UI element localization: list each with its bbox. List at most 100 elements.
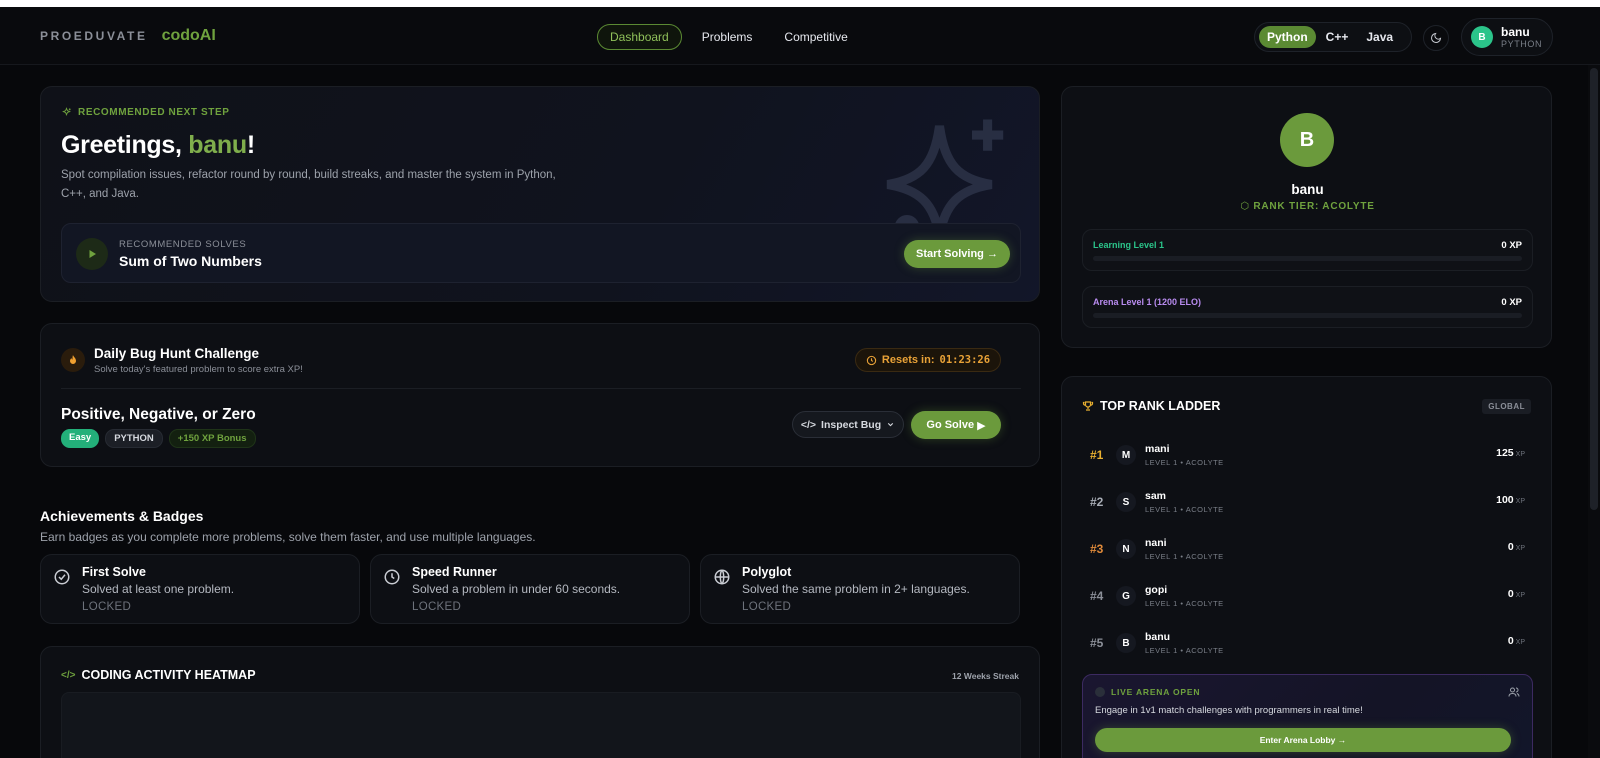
nav-competitive[interactable]: Competitive bbox=[772, 25, 859, 49]
divider bbox=[61, 388, 1021, 389]
lang-cpp[interactable]: C++ bbox=[1318, 26, 1357, 48]
hero-description: Spot compilation issues, refactor round … bbox=[61, 169, 556, 200]
ladder-scope-badge: GLOBAL bbox=[1482, 399, 1531, 414]
ladder-meta: LEVEL 1 • ACOLYTE bbox=[1145, 646, 1224, 655]
language-badge: PYTHON bbox=[105, 429, 163, 448]
badge-state: LOCKED bbox=[412, 601, 462, 613]
problem-title: Positive, Negative, or Zero bbox=[61, 406, 256, 423]
ladder-row[interactable]: #5 B banu LEVEL 1 • ACOLYTE 0 XP bbox=[1082, 626, 1533, 666]
inspect-bug-button[interactable]: </> Inspect Bug bbox=[792, 411, 904, 438]
badge-first-solve[interactable]: First Solve Solved at least one problem.… bbox=[40, 554, 360, 624]
badge-polyglot[interactable]: Polyglot Solved the same problem in 2+ l… bbox=[700, 554, 1020, 624]
avatar: G bbox=[1116, 586, 1136, 606]
rank-number: #5 bbox=[1090, 636, 1104, 650]
heatmap-title-text: CODING ACTIVITY HEATMAP bbox=[81, 668, 256, 682]
ladder-meta: LEVEL 1 • ACOLYTE bbox=[1145, 505, 1224, 514]
chevron-down-icon bbox=[887, 422, 894, 427]
xp-value: 0 bbox=[1507, 588, 1514, 600]
avatar: M bbox=[1116, 445, 1136, 465]
inspect-bug-label: Inspect Bug bbox=[821, 418, 882, 431]
check-circle-icon bbox=[54, 569, 70, 585]
arena-kicker-text: LIVE ARENA OPEN bbox=[1111, 687, 1201, 697]
app-window: PROEDUVATE codoAI Dashboard Problems Com… bbox=[0, 7, 1600, 758]
avatar: N bbox=[1116, 539, 1136, 559]
nav-dashboard[interactable]: Dashboard bbox=[597, 24, 682, 50]
live-dot-icon bbox=[1095, 687, 1105, 697]
ladder-xp: 125 XP bbox=[1496, 447, 1525, 459]
start-solving-label: Start Solving bbox=[916, 248, 984, 260]
clock-icon bbox=[384, 569, 400, 585]
greeting-prefix: Greetings, bbox=[61, 131, 189, 159]
xp-unit: XP bbox=[1515, 498, 1525, 505]
xp-bonus-badge: +150 XP Bonus bbox=[168, 429, 256, 448]
learning-level-label: Learning Level 1 bbox=[1093, 240, 1165, 250]
badge-description: Solved at least one problem. bbox=[82, 582, 235, 596]
rank-number: #2 bbox=[1090, 495, 1104, 509]
avatar: S bbox=[1116, 492, 1136, 512]
hero-kicker: RECOMMENDED NEXT STEP bbox=[61, 107, 230, 118]
recommended-solve: RECOMMENDED SOLVES Sum of Two Numbers St… bbox=[61, 223, 1021, 283]
language-switch: Python C++ Java bbox=[1254, 22, 1412, 52]
arena-level-label: Arena Level 1 (1200 ELO) bbox=[1093, 297, 1202, 307]
ladder-meta: LEVEL 1 • ACOLYTE bbox=[1145, 599, 1224, 608]
xp-value: 100 bbox=[1496, 494, 1514, 506]
rank-tier: ⬡ RANK TIER: ACOLYTE bbox=[1062, 201, 1553, 212]
avatar: B bbox=[1116, 633, 1136, 653]
badge-description: Solved the same problem in 2+ languages. bbox=[742, 582, 970, 596]
users-icon bbox=[1508, 687, 1520, 697]
rank-tier-text: RANK TIER: ACOLYTE bbox=[1253, 201, 1375, 212]
recommended-title: Sum of Two Numbers bbox=[119, 253, 262, 269]
ladder-row[interactable]: #2 S sam LEVEL 1 • ACOLYTE 100 XP bbox=[1082, 485, 1533, 525]
learning-level-xp: 0 XP bbox=[1501, 240, 1522, 251]
ladder-xp: 0 XP bbox=[1508, 588, 1525, 600]
rank-number: #3 bbox=[1090, 542, 1104, 556]
ladder-row[interactable]: #3 N nani LEVEL 1 • ACOLYTE 0 XP bbox=[1082, 532, 1533, 572]
rank-number: #1 bbox=[1090, 448, 1104, 462]
recommended-kicker: RECOMMENDED SOLVES bbox=[119, 239, 247, 250]
learning-level: Learning Level 1 0 XP bbox=[1082, 229, 1533, 271]
badge-description: Solved a problem in under 60 seconds. bbox=[412, 582, 621, 596]
play-icon bbox=[76, 238, 108, 270]
greeting-suffix: ! bbox=[246, 131, 255, 159]
theme-toggle-button[interactable] bbox=[1423, 25, 1449, 51]
arrow-right-icon: → bbox=[1337, 735, 1347, 745]
page-scrollbar[interactable] bbox=[1588, 65, 1600, 758]
badge-name: First Solve bbox=[82, 565, 146, 579]
enter-arena-button[interactable]: Enter Arena Lobby → bbox=[1095, 728, 1511, 752]
top-bar: PROEDUVATE codoAI Dashboard Problems Com… bbox=[0, 7, 1600, 65]
brand[interactable]: PROEDUVATE codoAI bbox=[40, 27, 216, 45]
ladder-name: sam bbox=[1145, 490, 1167, 502]
reset-label: Resets in: bbox=[881, 354, 935, 366]
ladder-title-text: TOP RANK LADDER bbox=[1100, 399, 1221, 413]
ladder-name: nani bbox=[1145, 537, 1167, 549]
profile-name: banu bbox=[1291, 182, 1324, 197]
badge-name: Speed Runner bbox=[412, 565, 497, 579]
user-menu[interactable]: B banu PYTHON bbox=[1461, 18, 1553, 56]
problem-tags: Easy PYTHON +150 XP Bonus bbox=[61, 429, 256, 448]
heatmap-title: </> CODING ACTIVITY HEATMAP bbox=[61, 668, 256, 682]
avatar: B bbox=[1280, 113, 1334, 167]
lang-python[interactable]: Python bbox=[1259, 26, 1316, 48]
reset-time: 01:23:26 bbox=[939, 354, 991, 366]
achievements-subtitle: Earn badges as you complete more problem… bbox=[40, 530, 536, 544]
xp-unit: XP bbox=[1515, 451, 1525, 458]
ladder-row[interactable]: #1 M mani LEVEL 1 • ACOLYTE 125 XP bbox=[1082, 438, 1533, 478]
play-icon: ▶ bbox=[977, 419, 986, 432]
user-name: banu bbox=[1501, 24, 1530, 39]
xp-value: 0 bbox=[1507, 541, 1514, 553]
heatmap-grid bbox=[61, 692, 1021, 758]
sparkle-icon bbox=[62, 107, 71, 117]
nav-problems[interactable]: Problems bbox=[690, 25, 765, 49]
badge-state: LOCKED bbox=[742, 601, 792, 613]
scrollbar-thumb[interactable] bbox=[1590, 68, 1598, 510]
start-solving-button[interactable]: Start Solving → bbox=[904, 240, 1010, 268]
rank-number: #4 bbox=[1090, 589, 1104, 603]
xp-unit: XP bbox=[1515, 639, 1525, 646]
brand-product: codoAI bbox=[161, 27, 216, 44]
hero-card: RECOMMENDED NEXT STEP Greetings, banu! S… bbox=[40, 86, 1040, 302]
badge-speed-runner[interactable]: Speed Runner Solved a problem in under 6… bbox=[370, 554, 690, 624]
ladder-row[interactable]: #4 G gopi LEVEL 1 • ACOLYTE 0 XP bbox=[1082, 579, 1533, 619]
xp-unit: XP bbox=[1515, 545, 1525, 552]
lang-java[interactable]: Java bbox=[1358, 26, 1401, 48]
go-solve-button[interactable]: Go Solve ▶ bbox=[911, 411, 1001, 439]
